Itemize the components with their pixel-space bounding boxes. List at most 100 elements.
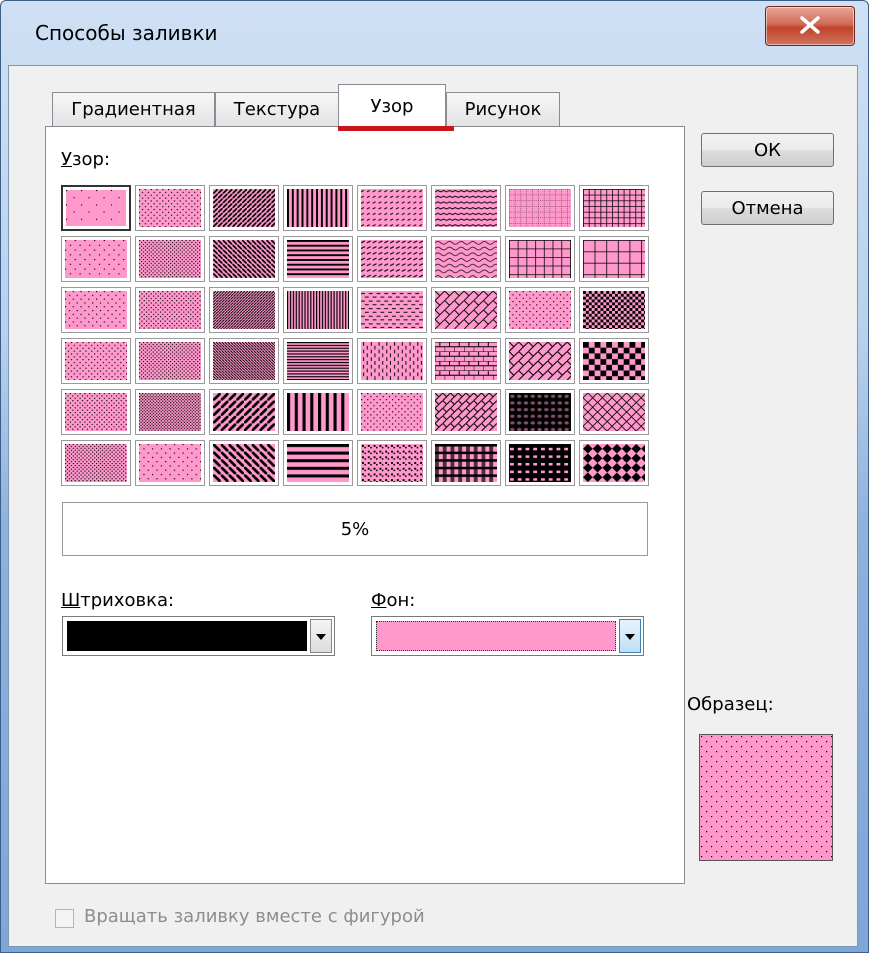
pattern-swatch[interactable] (209, 440, 279, 486)
pattern-swatch-image (213, 240, 275, 278)
pattern-swatch-image (435, 393, 497, 431)
pattern-swatch[interactable] (505, 389, 575, 435)
pattern-swatch[interactable] (61, 440, 131, 486)
dialog-client-area: Градиентная Текстура Узор Рисунок Узор: … (8, 65, 858, 947)
cancel-button[interactable]: Отмена (701, 191, 834, 225)
pattern-swatch-image (509, 342, 571, 380)
hatching-color-dropdown[interactable] (62, 616, 335, 656)
pattern-swatch[interactable] (283, 338, 353, 384)
pattern-swatch[interactable] (431, 185, 501, 231)
pattern-swatch-image (435, 291, 497, 329)
pattern-swatch[interactable] (431, 389, 501, 435)
sample-preview (699, 734, 833, 861)
pattern-swatch[interactable] (135, 389, 205, 435)
pattern-swatch[interactable] (209, 389, 279, 435)
pattern-swatch[interactable] (431, 338, 501, 384)
pattern-swatch-image (65, 291, 127, 329)
tab-texture[interactable]: Текстура (215, 92, 339, 126)
pattern-swatch[interactable] (283, 236, 353, 282)
pattern-swatch[interactable] (579, 287, 649, 333)
pattern-swatch[interactable] (579, 440, 649, 486)
background-color-dropdown[interactable] (371, 616, 644, 656)
pattern-swatch[interactable] (357, 440, 427, 486)
pattern-name-display: 5% (62, 502, 648, 556)
pattern-swatch-image (583, 393, 645, 431)
pattern-swatch-image (583, 240, 645, 278)
pattern-swatch-image (287, 342, 349, 380)
pattern-swatch[interactable] (357, 338, 427, 384)
pattern-swatch[interactable] (505, 287, 575, 333)
pattern-swatch[interactable] (135, 440, 205, 486)
pattern-swatch[interactable] (357, 236, 427, 282)
pattern-swatch[interactable] (283, 287, 353, 333)
pattern-swatch[interactable] (431, 440, 501, 486)
pattern-tab-panel: Узор: 5% Штриховка: Фон: (45, 126, 685, 884)
pattern-swatch[interactable] (505, 236, 575, 282)
hatching-label: Штриховка: (61, 590, 175, 611)
pattern-swatch-image (66, 190, 126, 226)
pattern-grid (61, 185, 650, 488)
pattern-swatch-image (213, 189, 275, 227)
pattern-swatch[interactable] (579, 236, 649, 282)
pattern-swatch-image (287, 240, 349, 278)
window-title: Способы заливки (35, 21, 218, 45)
pattern-swatch[interactable] (579, 389, 649, 435)
pattern-swatch[interactable] (283, 440, 353, 486)
pattern-swatch-image (287, 393, 349, 431)
close-button[interactable] (765, 6, 855, 46)
pattern-swatch[interactable] (135, 185, 205, 231)
pattern-swatch[interactable] (209, 236, 279, 282)
pattern-swatch[interactable] (505, 185, 575, 231)
ok-button[interactable]: ОК (701, 133, 834, 167)
pattern-swatch[interactable] (135, 287, 205, 333)
tab-label: Узор (370, 96, 414, 117)
pattern-swatch[interactable] (61, 287, 131, 333)
pattern-swatch-image (361, 342, 423, 380)
pattern-swatch[interactable] (283, 389, 353, 435)
pattern-swatch[interactable] (61, 236, 131, 282)
pattern-swatch[interactable] (357, 389, 427, 435)
pattern-swatch-image (139, 393, 201, 431)
pattern-swatch[interactable] (61, 389, 131, 435)
pattern-swatch[interactable] (357, 287, 427, 333)
pattern-swatch[interactable] (431, 287, 501, 333)
chevron-down-icon (625, 634, 635, 640)
pattern-swatch[interactable] (61, 338, 131, 384)
tab-gradient[interactable]: Градиентная (52, 92, 215, 126)
pattern-swatch[interactable] (209, 338, 279, 384)
pattern-swatch[interactable] (135, 338, 205, 384)
rotate-fill-checkbox[interactable] (55, 909, 74, 928)
pattern-swatch-image (139, 342, 201, 380)
pattern-swatch-image (361, 444, 423, 482)
pattern-swatch[interactable] (357, 185, 427, 231)
pattern-swatch[interactable] (61, 185, 131, 231)
pattern-swatch-image (509, 189, 571, 227)
pattern-swatch[interactable] (209, 185, 279, 231)
fill-effects-dialog: Способы заливки Градиентная Текстура Узо… (0, 0, 869, 953)
pattern-swatch-image (435, 240, 497, 278)
pattern-swatch[interactable] (579, 185, 649, 231)
pattern-swatch[interactable] (579, 338, 649, 384)
pattern-swatch-image (435, 342, 497, 380)
tab-picture[interactable]: Рисунок (446, 92, 560, 126)
pattern-swatch-image (65, 240, 127, 278)
pattern-swatch-image (361, 240, 423, 278)
pattern-swatch-image (509, 393, 571, 431)
pattern-swatch[interactable] (505, 338, 575, 384)
pattern-swatch-image (139, 189, 201, 227)
pattern-swatch[interactable] (283, 185, 353, 231)
tab-pattern[interactable]: Узор (338, 84, 446, 128)
pattern-swatch[interactable] (431, 236, 501, 282)
pattern-swatch-image (435, 444, 497, 482)
pattern-swatch[interactable] (505, 440, 575, 486)
pattern-swatch-image (361, 291, 423, 329)
dropdown-arrow-button[interactable] (310, 619, 332, 653)
pattern-swatch-image (65, 342, 127, 380)
pattern-swatch-image (139, 291, 201, 329)
pattern-swatch-image (287, 444, 349, 482)
pattern-swatch-image (213, 291, 275, 329)
dropdown-arrow-button[interactable] (619, 619, 641, 653)
background-color-swatch (376, 621, 616, 651)
pattern-swatch[interactable] (135, 236, 205, 282)
pattern-swatch[interactable] (209, 287, 279, 333)
